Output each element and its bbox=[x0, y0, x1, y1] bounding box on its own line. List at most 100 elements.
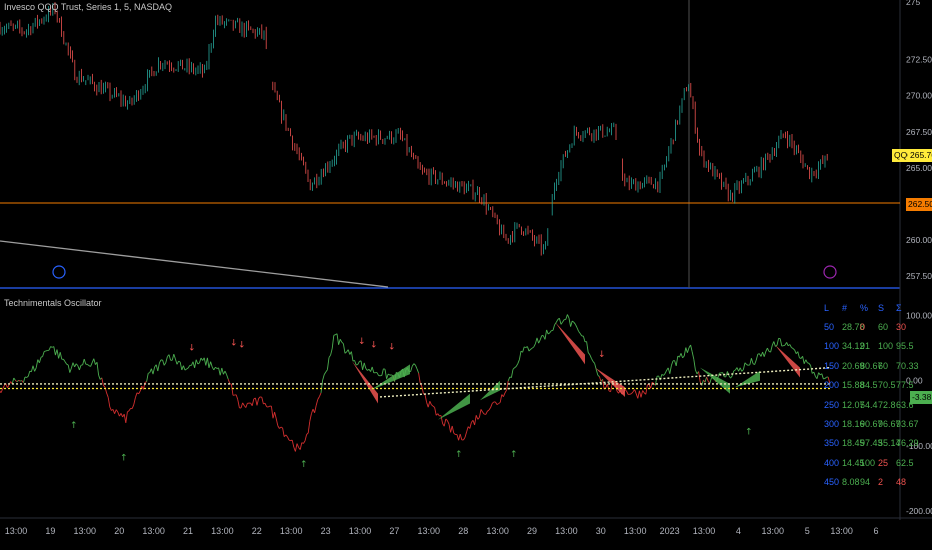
oscillator-line-segment bbox=[586, 341, 589, 353]
oscillator-line-segment bbox=[638, 390, 642, 398]
oscillator-line-segment bbox=[539, 335, 543, 340]
up-arrow-icon: ↑ bbox=[300, 460, 308, 470]
oscillator-line-segment bbox=[264, 402, 268, 407]
oscillator-line-segment bbox=[418, 372, 421, 384]
oscillator-line-segment bbox=[267, 405, 271, 408]
oscillator-line-segment bbox=[421, 386, 424, 394]
oscillator-line-segment bbox=[776, 338, 780, 346]
oscillator-line-segment bbox=[22, 376, 26, 383]
oscillator-line-segment bbox=[598, 376, 602, 382]
oscillator-line-segment bbox=[197, 362, 200, 365]
table-header: L bbox=[824, 302, 830, 313]
oscillator-line-segment bbox=[333, 334, 336, 336]
oscillator-line-segment bbox=[309, 413, 312, 422]
down-arrow-icon: ↓ bbox=[188, 344, 196, 354]
oscillator-line-segment bbox=[5, 383, 8, 388]
oscillator-line-segment bbox=[245, 403, 248, 408]
table-body: 50 28.78 0 60 30 100 34.12 91 100 95.5 150 20.69 80.… bbox=[824, 317, 919, 492]
oscillator-line-segment bbox=[536, 337, 540, 344]
oscillator-line-segment bbox=[437, 413, 440, 417]
oscillator-line-segment bbox=[286, 436, 290, 441]
oscillator-line-segment bbox=[704, 376, 708, 383]
oscillator-line-segment bbox=[163, 362, 167, 366]
oscillator-line-segment bbox=[70, 362, 74, 369]
oscillator-line-segment bbox=[306, 432, 309, 435]
oscillator-line-segment bbox=[168, 354, 172, 361]
level-tag: 262.50 bbox=[906, 198, 932, 211]
price-axis-label: 270.00 bbox=[906, 91, 932, 101]
oscillator-line-segment bbox=[63, 358, 66, 362]
table-cell: 28.78 bbox=[842, 322, 865, 333]
table-row: 150 20.69 80.67 60 70.33 bbox=[824, 356, 919, 375]
oscillator-line-segment bbox=[360, 360, 364, 370]
oscillator-line-segment bbox=[475, 415, 479, 420]
oscillator-line-segment bbox=[573, 321, 576, 325]
down-arrow-icon: ↓ bbox=[598, 350, 606, 360]
oscillator-line-segment bbox=[171, 353, 175, 361]
oscillator-line-segment bbox=[258, 396, 261, 399]
oscillator-line-segment bbox=[90, 362, 93, 367]
down-arrow-icon: ↓ bbox=[370, 340, 378, 350]
oscillator-line-segment bbox=[98, 375, 101, 380]
oscillator-line-segment bbox=[194, 359, 197, 368]
oscillator-line-segment bbox=[507, 376, 511, 382]
oscillator-line-segment bbox=[512, 367, 515, 370]
table-cell: 2 bbox=[878, 477, 884, 488]
oscillator-line-segment bbox=[805, 359, 808, 364]
oscillator-line-segment bbox=[339, 339, 343, 343]
time-axis-label: 29 bbox=[527, 526, 537, 536]
oscillator-line-segment bbox=[0, 388, 4, 393]
oscillator-line-segment bbox=[330, 348, 333, 356]
oscillator-line-segment bbox=[2, 385, 5, 390]
oscillator-line-segment bbox=[87, 364, 90, 367]
oscillator-line-segment bbox=[478, 409, 482, 418]
oscillator-line-segment bbox=[387, 373, 391, 376]
oscillator-line-segment bbox=[480, 409, 483, 413]
table-cell: 55.14 bbox=[878, 438, 901, 449]
oscillator-line-segment bbox=[101, 377, 104, 386]
table-cell: 400 bbox=[824, 457, 840, 468]
oscillator-title: Technimentals Oscillator bbox=[4, 298, 102, 308]
oscillator-line-segment bbox=[279, 426, 282, 429]
oscillator-line-segment bbox=[144, 381, 147, 383]
oscillator-line-segment bbox=[533, 343, 536, 348]
oscillator-line-segment bbox=[176, 360, 180, 365]
oscillator-line-segment bbox=[362, 362, 365, 370]
oscillator-line-segment bbox=[354, 360, 357, 366]
oscillator-line-segment bbox=[83, 358, 87, 365]
oscillator-line-segment bbox=[474, 415, 477, 426]
oscillator-line-segment bbox=[341, 341, 344, 345]
oscillator-line-segment bbox=[350, 351, 354, 362]
price-axis-label: 272.50 bbox=[906, 55, 932, 65]
table-cell: 18.16 bbox=[842, 419, 865, 430]
oscillator-line-segment bbox=[791, 347, 794, 349]
oscillator-line-segment bbox=[670, 360, 674, 366]
oscillator-line-segment bbox=[322, 374, 325, 381]
oscillator-line-segment bbox=[195, 359, 199, 365]
oscillator-line-segment bbox=[534, 337, 538, 344]
oscillator-line-segment bbox=[59, 352, 63, 360]
oscillator-line-segment bbox=[610, 383, 613, 392]
oscillator-fill bbox=[370, 364, 410, 391]
oscillator-line-segment bbox=[526, 346, 530, 352]
oscillator-line-segment bbox=[626, 391, 629, 395]
oscillator-line-segment bbox=[384, 369, 388, 379]
table-row: 200 15.88 84.5 70.5 77.5 bbox=[824, 376, 914, 395]
price-axis-label: 257.50 bbox=[906, 271, 932, 281]
oscillator-line-segment bbox=[595, 369, 599, 376]
oscillator-line-segment bbox=[579, 333, 583, 337]
oscillator-line-segment bbox=[570, 320, 573, 327]
oscillator-line-segment bbox=[184, 368, 187, 371]
table-cell: 72.8 bbox=[878, 399, 896, 410]
oscillator-line-segment bbox=[552, 324, 556, 331]
table-header: % bbox=[860, 302, 869, 313]
oscillator-line-segment bbox=[210, 361, 213, 368]
oscillator-line-segment bbox=[203, 357, 207, 366]
oscillator-line-segment bbox=[736, 367, 740, 372]
oscillator-line-segment bbox=[18, 379, 21, 382]
table-cell: 77.5 bbox=[896, 380, 914, 391]
oscillator-line-segment bbox=[816, 372, 820, 379]
oscillator-line-segment bbox=[280, 426, 283, 429]
down-arrow-icon: ↓ bbox=[238, 340, 246, 350]
oscillator-line-segment bbox=[323, 371, 327, 375]
